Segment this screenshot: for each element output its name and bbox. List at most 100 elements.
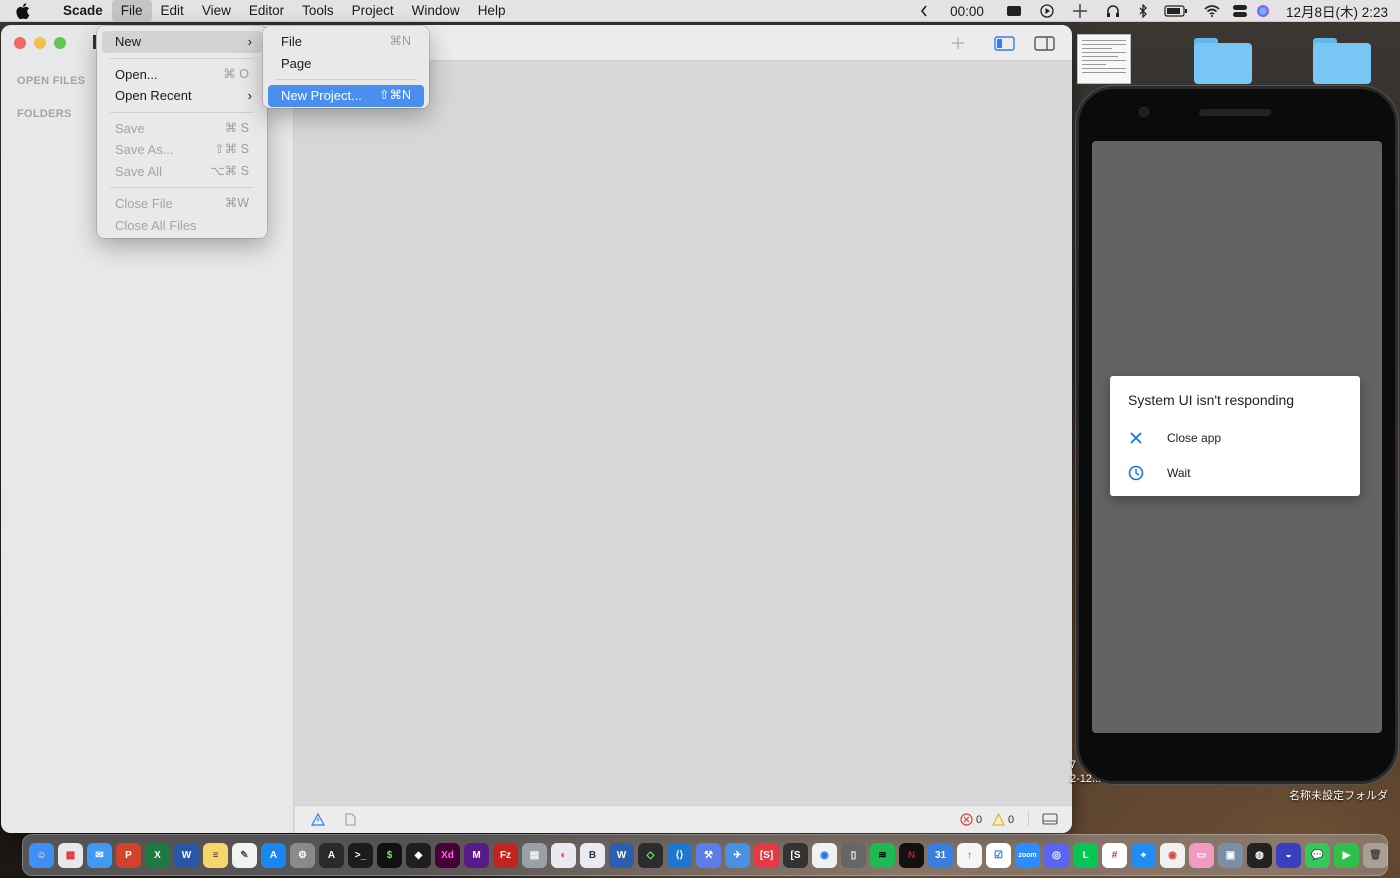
bbedit-icon[interactable]: B [580,842,605,868]
submenu-item-file[interactable]: File ⌘N [268,31,424,53]
scade-icon[interactable]: [S] [754,842,779,868]
siri-icon[interactable] [1256,4,1270,18]
menu-app-name[interactable]: Scade [54,0,112,22]
headphones-icon[interactable] [1106,4,1120,18]
chrome-icon[interactable]: ◉ [1160,842,1185,868]
desktop-folder-icon[interactable] [1194,38,1252,84]
menu-window[interactable]: Window [403,0,469,22]
mouse-utility-icon[interactable]: ▯ [841,842,866,868]
adobe-xd-icon[interactable]: Xd [435,842,460,868]
menu-item-open-recent[interactable]: Open Recent › [102,85,262,107]
menu-file[interactable]: File [111,0,152,22]
submenu-item-file-label: File [281,34,302,49]
control-center-icon[interactable] [1232,4,1248,18]
chevron-left-icon[interactable] [920,5,928,17]
photo-app-icon[interactable]: ▭ [1189,842,1214,868]
toggle-left-panel-icon[interactable] [994,34,1016,52]
battery-icon[interactable] [1164,5,1188,17]
menu-item-save-as[interactable]: Save As... ⇧⌘ S [102,139,262,161]
menu-item-close-all-files[interactable]: Close All Files [102,215,262,237]
menu-item-new[interactable]: New › [102,31,262,53]
instruments-icon[interactable]: ✈ [725,842,750,868]
calendar-icon[interactable]: 31 [928,842,953,868]
add-icon[interactable] [951,34,965,52]
menu-editor[interactable]: Editor [240,0,293,22]
discord-icon[interactable]: ◎ [1044,842,1069,868]
mweb-icon[interactable]: M [464,842,489,868]
slack-icon[interactable]: # [1102,842,1127,868]
task-icon[interactable]: ☑ [986,842,1011,868]
powerpoint-icon[interactable]: P [116,842,141,868]
line-icon[interactable]: L [1073,842,1098,868]
menu-item-open[interactable]: Open... ⌘ O [102,64,262,86]
timer-text[interactable]: 00:00 [950,4,984,19]
toggle-console-icon[interactable] [1042,813,1058,825]
code-app-icon[interactable]: ◇ [638,842,663,868]
submenu-item-new-project[interactable]: New Project... ⇧⌘N [268,85,424,107]
menu-tools[interactable]: Tools [293,0,343,22]
pixelmator-icon[interactable]: ◐ [551,842,576,868]
preview-icon[interactable]: ▣ [1218,842,1243,868]
iterm-icon[interactable]: $ [377,842,402,868]
script-editor-icon[interactable]: ✎ [232,842,257,868]
file-icon[interactable] [345,813,356,826]
desktop-file-thumbnail[interactable] [1077,34,1131,84]
chrome-canary-icon[interactable]: ◉ [812,842,837,868]
launchpad-icon[interactable]: ▦ [58,842,83,868]
menu-edit[interactable]: Edit [152,0,193,22]
menu-help[interactable]: Help [469,0,515,22]
menu-item-save[interactable]: Save ⌘ S [102,118,262,140]
figma-icon[interactable]: ◆ [406,842,431,868]
facetime-icon[interactable]: ▶ [1334,842,1359,868]
scade-simulator-icon[interactable]: [S [783,842,808,868]
wifi-icon[interactable] [1204,5,1220,17]
minimize-window-button[interactable] [34,37,46,49]
app-store-icon[interactable]: A [261,842,286,868]
upload-icon[interactable]: ↑ [957,842,982,868]
screen-record-icon[interactable] [1006,5,1022,17]
wordpress-icon[interactable]: W [609,842,634,868]
spotify-icon[interactable]: ≋ [870,842,895,868]
zoom-window-button[interactable] [54,37,66,49]
menu-item-save-all[interactable]: Save All ⌥⌘ S [102,161,262,183]
desktop-folder-icon[interactable] [1313,38,1371,84]
xcode-icon[interactable]: ⚒ [696,842,721,868]
error-count[interactable]: 0 [960,813,982,826]
submenu-item-page[interactable]: Page [268,53,424,75]
terminal-icon[interactable]: >_ [348,842,373,868]
bluetooth-icon[interactable] [1138,4,1148,18]
messages-icon[interactable]: 💬 [1305,842,1330,868]
word-icon[interactable]: W [174,842,199,868]
warning-count[interactable]: 0 [992,813,1014,826]
toolbar-run-icon[interactable] [93,35,96,49]
excel-icon[interactable]: X [145,842,170,868]
vpn-icon[interactable]: ◒ [1276,842,1301,868]
notes-icon[interactable]: ≡ [203,842,228,868]
menu-view[interactable]: View [193,0,240,22]
warning-panel-icon[interactable] [311,813,325,826]
mail-icon[interactable]: ✉ [87,842,112,868]
editor-area[interactable] [295,62,1072,804]
trash-icon[interactable]: 🗑 [1363,842,1388,868]
pinwheel-icon[interactable] [1072,3,1088,19]
close-window-button[interactable] [14,37,26,49]
vscode-icon[interactable]: ⟨⟩ [667,842,692,868]
clock-datetime[interactable]: 12月8日(木) 2:23 [1286,1,1388,21]
close-app-option[interactable]: Close app [1128,430,1221,446]
toggle-right-panel-icon[interactable] [1034,34,1056,52]
finder-icon[interactable]: ☺ [29,842,54,868]
zoom-icon[interactable]: zoom [1015,842,1040,868]
safari-icon[interactable]: ⌖ [1131,842,1156,868]
wait-option[interactable]: Wait [1128,465,1191,481]
android-studio-icon[interactable]: A [319,842,344,868]
netflix-icon[interactable]: N [899,842,924,868]
filezilla-icon[interactable]: Fz [493,842,518,868]
menu-project[interactable]: Project [343,0,403,22]
obs-icon[interactable]: ◍ [1247,842,1272,868]
apple-icon[interactable] [16,2,38,19]
database-icon[interactable]: ▤ [522,842,547,868]
system-preferences-icon[interactable]: ⚙ [290,842,315,868]
menu-item-close-file[interactable]: Close File ⌘W [102,193,262,215]
play-icon[interactable] [1040,4,1054,18]
desktop-folder-caption[interactable]: 名称未設定フォルダ [1289,787,1388,803]
